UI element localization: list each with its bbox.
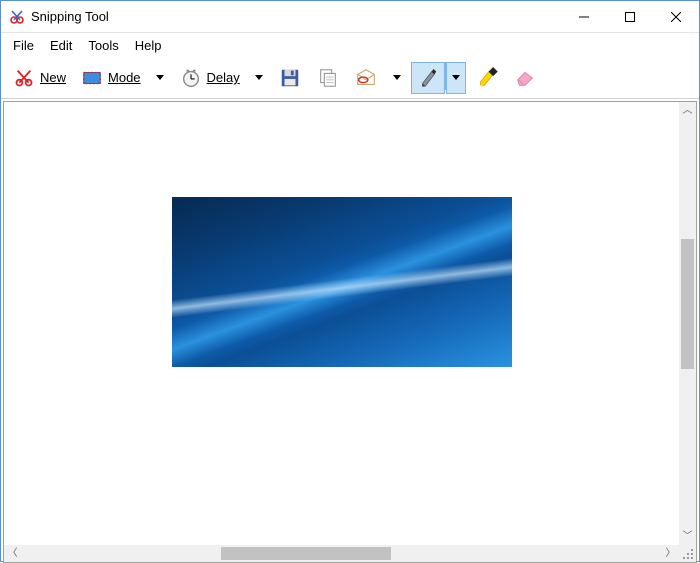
delay-dropdown[interactable]: [249, 62, 269, 94]
chevron-right-icon: 〉: [666, 549, 676, 559]
new-snip-button[interactable]: New: [7, 62, 71, 94]
chevron-down-icon: ﹀: [683, 532, 693, 542]
horizontal-scrollbar[interactable]: 〈 〉: [4, 545, 679, 562]
eraser-button[interactable]: [508, 62, 542, 94]
menu-edit[interactable]: Edit: [42, 36, 80, 55]
chevron-left-icon: 〈: [8, 549, 18, 559]
pen-icon: [416, 66, 440, 90]
minimize-button[interactable]: [561, 1, 607, 33]
pen-dropdown[interactable]: [446, 62, 466, 94]
mode-dropdown[interactable]: [150, 62, 170, 94]
eraser-icon: [513, 66, 537, 90]
vertical-scrollbar[interactable]: ︿ ﹀: [679, 102, 696, 545]
scissors-icon: [12, 66, 36, 90]
scroll-up-button[interactable]: ︿: [679, 102, 696, 119]
title-bar: Snipping Tool: [1, 1, 699, 33]
rectangle-mode-icon: [80, 66, 104, 90]
vertical-scroll-thumb[interactable]: [681, 239, 694, 369]
resize-grip[interactable]: [679, 545, 696, 562]
new-label: New: [40, 70, 66, 85]
window-title: Snipping Tool: [31, 9, 109, 24]
minimize-icon: [579, 12, 589, 22]
chevron-down-icon: [156, 75, 164, 80]
delay-label: Delay: [207, 70, 240, 85]
toolbar: New Mode Delay: [1, 57, 699, 99]
highlighter-button[interactable]: [470, 62, 504, 94]
scroll-left-button[interactable]: 〈: [4, 545, 21, 562]
copy-button[interactable]: [311, 62, 345, 94]
canvas-viewport[interactable]: [4, 102, 679, 545]
menu-file[interactable]: File: [5, 36, 42, 55]
close-button[interactable]: [653, 1, 699, 33]
chevron-up-icon: ︿: [683, 106, 693, 116]
mode-button[interactable]: Mode: [75, 62, 146, 94]
close-icon: [671, 12, 681, 22]
save-icon: [278, 66, 302, 90]
vertical-scroll-track[interactable]: [679, 119, 696, 528]
chevron-down-icon: [393, 75, 401, 80]
highlighter-icon: [475, 66, 499, 90]
scroll-right-button[interactable]: 〉: [662, 545, 679, 562]
horizontal-scroll-track[interactable]: [21, 545, 662, 562]
clock-icon: [179, 66, 203, 90]
chevron-down-icon: [452, 75, 460, 80]
save-button[interactable]: [273, 62, 307, 94]
pen-button[interactable]: [411, 62, 445, 94]
scroll-down-button[interactable]: ﹀: [679, 528, 696, 545]
send-mail-icon: [354, 66, 378, 90]
menu-tools[interactable]: Tools: [80, 36, 126, 55]
menu-bar: File Edit Tools Help: [1, 33, 699, 57]
maximize-button[interactable]: [607, 1, 653, 33]
snipping-tool-icon: [9, 9, 25, 25]
send-dropdown[interactable]: [387, 62, 407, 94]
mode-label: Mode: [108, 70, 141, 85]
captured-snip-image[interactable]: [172, 197, 512, 367]
horizontal-scroll-thumb[interactable]: [221, 547, 391, 560]
maximize-icon: [625, 12, 635, 22]
send-button[interactable]: [349, 62, 383, 94]
menu-help[interactable]: Help: [127, 36, 170, 55]
canvas-area: ︿ ﹀ 〈 〉: [3, 101, 697, 563]
chevron-down-icon: [255, 75, 263, 80]
copy-icon: [316, 66, 340, 90]
delay-button[interactable]: Delay: [174, 62, 245, 94]
